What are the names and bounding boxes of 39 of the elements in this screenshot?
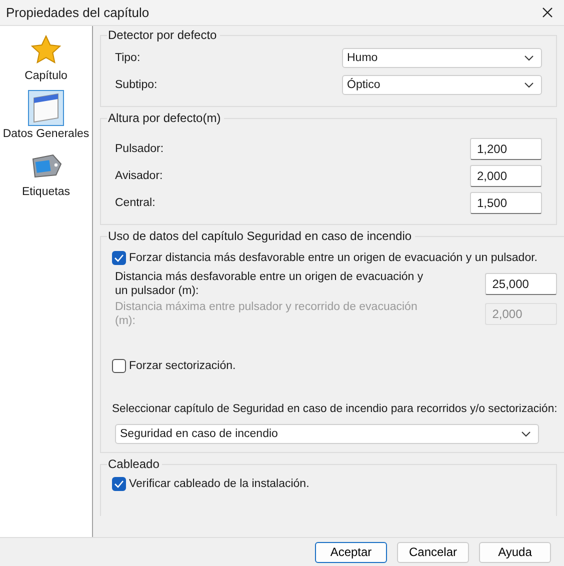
- group-title: Detector por defecto: [107, 28, 218, 42]
- number-field[interactable]: 1,200: [470, 138, 542, 160]
- window-title: Propiedades del capítulo: [6, 5, 150, 20]
- window-icon: [30, 92, 61, 124]
- field-label: Distancia más desfavorable entre un origen de evacuación y un pulsador (m):: [115, 270, 424, 298]
- chevron-down-icon: [524, 82, 534, 88]
- field-label: Seleccionar capítulo de Seguridad en caso de incendio para recorridos y/o sectorización:: [112, 403, 558, 415]
- chevron-down-icon: [524, 54, 534, 60]
- group-title: Altura por defecto(m): [107, 111, 222, 125]
- field-label: Distancia máxima entre pulsador y recorrido de evacuación (m):: [115, 300, 418, 328]
- checkbox-label: Forzar sectorización.: [129, 360, 236, 372]
- sidebar-item[interactable]: Datos Generales: [2, 90, 90, 140]
- number-field[interactable]: 1,500: [470, 192, 542, 214]
- checkbox[interactable]: [112, 251, 126, 265]
- dialog-button[interactable]: Cancelar: [397, 542, 469, 562]
- field-label: Pulsador:: [115, 142, 164, 154]
- checkbox-label: Forzar distancia más desfavorable entre un origen de evacuación y un pulsador.: [129, 252, 538, 264]
- checkbox[interactable]: [112, 359, 126, 373]
- tag-icon: [30, 153, 62, 179]
- sidebar-item[interactable]: Etiquetas: [22, 148, 70, 198]
- field-label: Avisador:: [115, 170, 163, 182]
- dropdown[interactable]: Seguridad en caso de incendio: [115, 424, 539, 444]
- group-title: Cableado: [107, 457, 160, 471]
- checkbox-label: Verificar cableado de la instalación.: [129, 478, 310, 490]
- dropdown[interactable]: Óptico: [342, 74, 542, 94]
- field-label: Subtipo:: [115, 78, 158, 90]
- checkbox[interactable]: [112, 477, 126, 491]
- close-icon[interactable]: [542, 7, 553, 18]
- sidebar-item[interactable]: Capítulo: [24, 32, 68, 82]
- field-label: Central:: [115, 196, 156, 208]
- chevron-down-icon: [521, 431, 531, 437]
- field-label: Tipo:: [115, 52, 140, 64]
- dialog-button[interactable]: Aceptar: [315, 542, 387, 562]
- dropdown[interactable]: Humo: [342, 48, 542, 68]
- group-title: Uso de datos del capítulo Seguridad en caso de incendio: [107, 229, 413, 243]
- dialog-button[interactable]: Ayuda: [479, 542, 551, 562]
- star-icon: [30, 34, 62, 66]
- number-field[interactable]: 25,000: [485, 273, 558, 295]
- number-field[interactable]: 2,000: [470, 164, 542, 186]
